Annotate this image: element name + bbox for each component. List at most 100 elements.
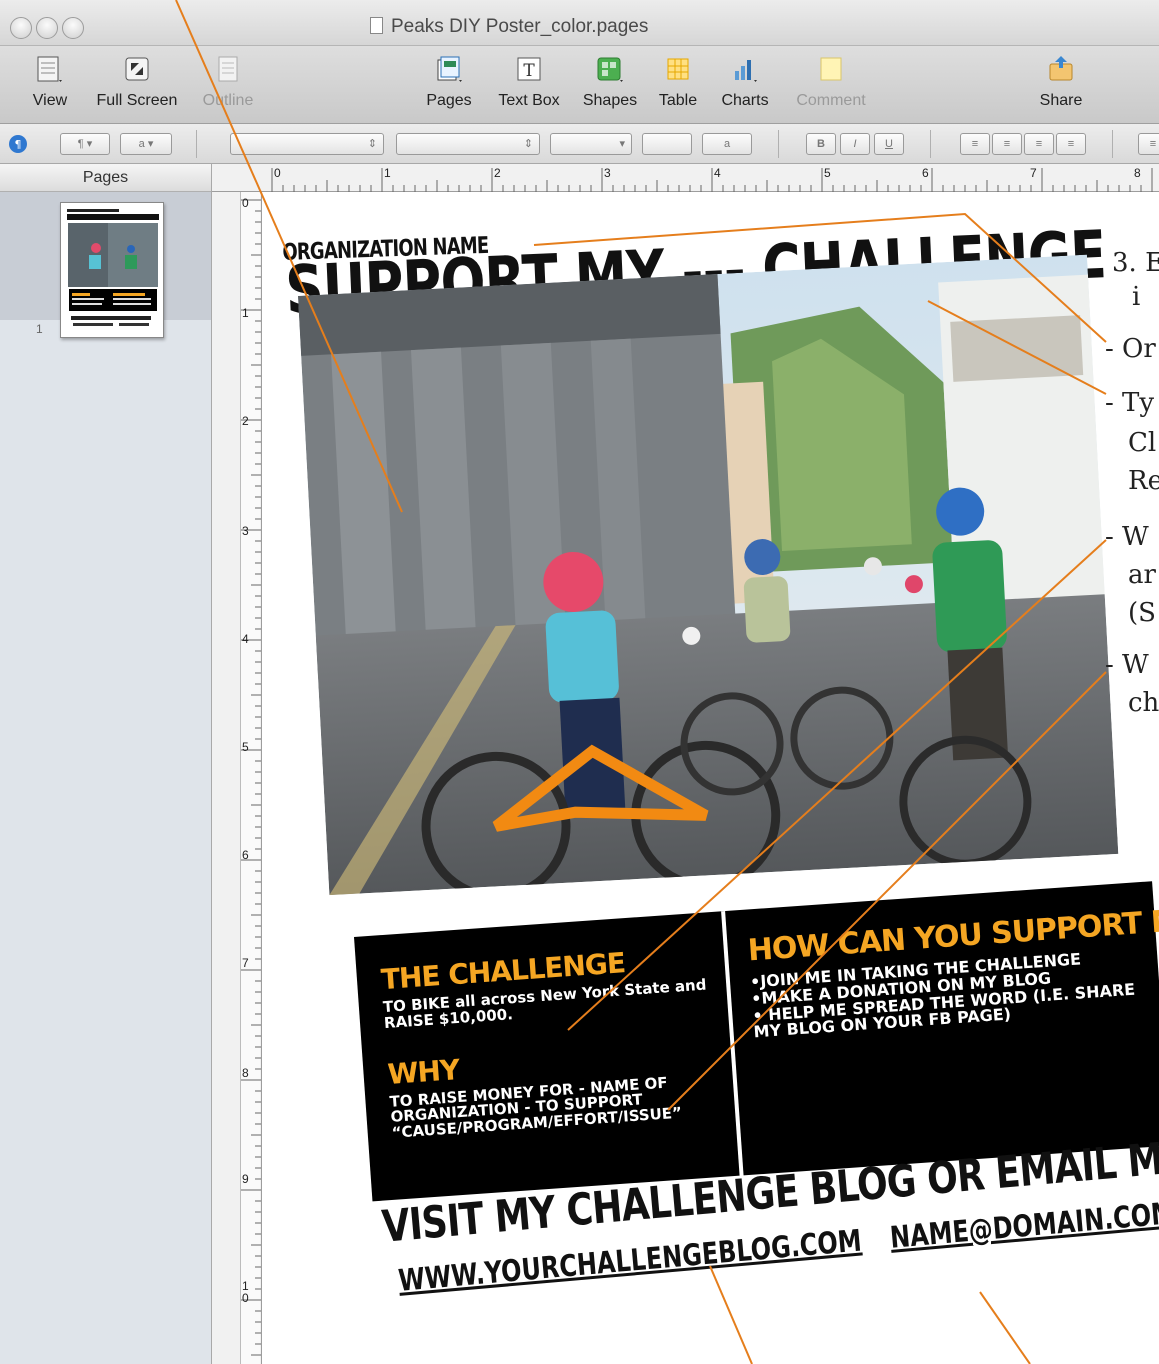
ruler-label: 2	[494, 166, 501, 180]
ruler-label: 0	[274, 166, 281, 180]
separator	[778, 130, 779, 158]
ruler-label: 8	[242, 1066, 249, 1080]
separator	[196, 130, 197, 158]
table-button[interactable]: Table	[652, 54, 704, 110]
support-section[interactable]: HOW CAN YOU SUPPORT ME? •JOIN ME IN TAKI…	[747, 901, 1159, 1042]
outline-button[interactable]: Outline	[196, 54, 260, 110]
paragraph-styles-icon[interactable]: ¶	[8, 134, 28, 154]
svg-text:¶: ¶	[15, 138, 22, 151]
horizontal-ruler[interactable]: 0 1 2 3 4 5 6 7 8	[212, 164, 1159, 192]
svg-text:T: T	[523, 61, 535, 81]
outline-icon	[218, 56, 238, 82]
page-number: 1	[36, 322, 43, 336]
font-typeface-select[interactable]: ⇕	[396, 133, 540, 155]
shapes-label: Shapes	[582, 92, 638, 109]
highlight-color-well[interactable]: a	[702, 133, 752, 155]
comment-label: Comment	[796, 92, 866, 109]
vertical-ruler-ticks	[241, 199, 261, 1356]
pages-icon	[437, 56, 462, 82]
ruler-label: 7	[1030, 166, 1037, 180]
toolbar: View Full Screen Outline Pages T Text Bo…	[0, 46, 1159, 124]
sidebar-title: Pages	[0, 164, 211, 192]
full-screen-icon	[125, 57, 149, 81]
ruler-label: 5	[242, 740, 249, 754]
document-icon	[370, 17, 383, 34]
annotation-step: 3. E	[1112, 248, 1159, 278]
cyclists-photo-image	[298, 254, 1119, 896]
ruler-label: 1 0	[242, 1279, 249, 1305]
annotation-what: ar	[1128, 560, 1156, 590]
charts-label: Charts	[721, 92, 769, 109]
ruler-label: 7	[242, 956, 249, 970]
ruler-label: 0	[242, 196, 249, 210]
annotation-type: Re	[1128, 466, 1159, 496]
comment-button[interactable]: Comment	[788, 54, 874, 110]
share-icon	[1049, 56, 1073, 81]
panel-divider	[721, 911, 747, 1211]
font-family-select[interactable]: ⇕	[230, 133, 384, 155]
ruler-label: 6	[242, 848, 249, 862]
title-bar: Peaks DIY Poster_color.pages	[0, 0, 1159, 46]
vertical-ruler-track	[240, 192, 261, 1364]
italic-button[interactable]: I	[840, 133, 870, 155]
format-bar: ¶ ¶ ▾ a ▾ ⇕ ⇕ ▾ a B I U ≡ ≡ ≡ ≡ ≡	[0, 124, 1159, 164]
paragraph-style-popup[interactable]: ¶ ▾	[60, 133, 110, 155]
view-button[interactable]: View	[28, 54, 72, 110]
page-thumbnail[interactable]	[60, 202, 164, 338]
align-right-button[interactable]: ≡	[1024, 133, 1054, 155]
ruler-label: 5	[824, 166, 831, 180]
shapes-icon	[597, 57, 623, 82]
annotation-what: (S	[1128, 598, 1156, 628]
font-size-select[interactable]: ▾	[550, 133, 632, 155]
text-box-button[interactable]: T Text Box	[492, 54, 566, 110]
line-spacing-button[interactable]: ≡	[1138, 133, 1159, 155]
ruler-label: 2	[242, 414, 249, 428]
ruler-label: 4	[242, 632, 249, 646]
separator	[1112, 130, 1113, 158]
annotation-type: - Ty	[1105, 388, 1155, 418]
ruler-label: 4	[714, 166, 721, 180]
table-label: Table	[658, 92, 698, 109]
share-label: Share	[1039, 92, 1083, 109]
pages-sidebar: Pages 1	[0, 164, 212, 1364]
align-justify-button[interactable]: ≡	[1056, 133, 1086, 155]
charts-icon	[735, 60, 757, 82]
align-center-button[interactable]: ≡	[992, 133, 1022, 155]
challenge-section[interactable]: THE CHALLENGE TO BIKE all across New Yor…	[380, 940, 722, 1142]
view-label: View	[32, 92, 68, 109]
document-canvas[interactable]: ORGANIZATION NAME SUPPORT MY --- CHALLEN…	[262, 192, 1159, 1364]
annotation-type: Cl	[1128, 428, 1157, 458]
charts-button[interactable]: Charts	[714, 54, 776, 110]
separator	[930, 130, 931, 158]
ruler-label: 1	[384, 166, 391, 180]
share-button[interactable]: Share	[1034, 54, 1088, 110]
ruler-label: 9	[242, 1172, 249, 1186]
shapes-button[interactable]: Shapes	[578, 54, 642, 110]
view-icon	[37, 56, 62, 82]
character-style-popup[interactable]: a ▾	[120, 133, 172, 155]
pages-label: Pages	[426, 92, 472, 109]
ruler-label: 1	[242, 306, 249, 320]
annotation-why: ch	[1128, 688, 1159, 718]
poster[interactable]: ORGANIZATION NAME SUPPORT MY --- CHALLEN…	[262, 192, 1159, 1364]
full-screen-label: Full Screen	[96, 92, 178, 109]
underline-button[interactable]: U	[874, 133, 904, 155]
ruler-label: 3	[242, 524, 249, 538]
page-thumbnail-row[interactable]: 1	[0, 192, 211, 338]
vertical-ruler[interactable]: 0 1 2 3 4 5 6 7 8 9 1 0	[212, 192, 262, 1364]
outline-label: Outline	[202, 92, 254, 109]
comment-icon	[820, 57, 842, 81]
cyclists-photo[interactable]	[298, 254, 1119, 896]
annotation-what: - W	[1105, 522, 1149, 552]
align-left-button[interactable]: ≡	[960, 133, 990, 155]
full-screen-button[interactable]: Full Screen	[88, 54, 186, 110]
pages-button[interactable]: Pages	[422, 54, 476, 110]
ruler-label: 6	[922, 166, 929, 180]
text-color-well[interactable]	[642, 133, 692, 155]
ruler-label: 8	[1134, 166, 1141, 180]
page-thumbnail-preview	[61, 203, 163, 337]
horizontal-ruler-ticks	[271, 168, 1153, 192]
annotation-org: - Or	[1105, 334, 1156, 364]
bold-button[interactable]: B	[806, 133, 836, 155]
window-title: Peaks DIY Poster_color.pages	[391, 16, 649, 37]
